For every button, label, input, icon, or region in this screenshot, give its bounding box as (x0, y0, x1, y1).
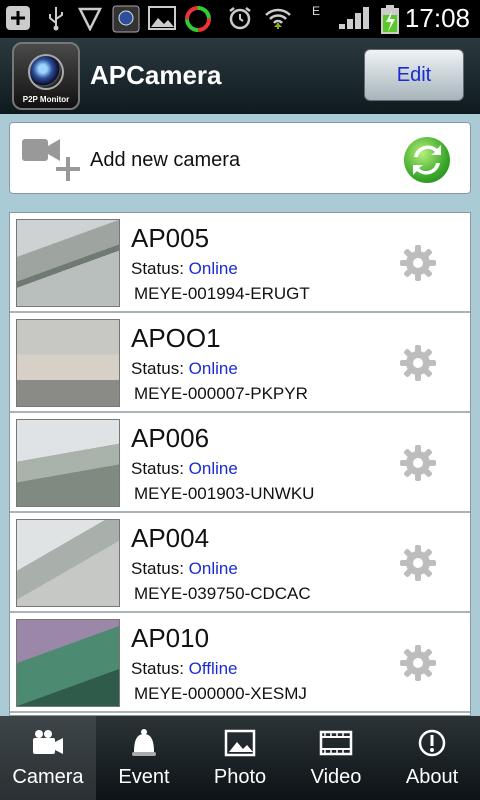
camera-status: Status: Online (131, 459, 238, 478)
camera-name: APOO1 (131, 323, 221, 353)
lens-icon (28, 54, 64, 90)
camera-row[interactable]: APOO1 Status: Online MEYE-000007-PKPYR (10, 313, 470, 413)
signal-icon (336, 5, 372, 33)
camera-status: Status: Online (131, 259, 238, 278)
bell-icon (132, 729, 156, 756)
alarm-icon (226, 5, 254, 33)
camera-row[interactable]: AP005 Status: Online MEYE-001994-ERUGT (10, 213, 470, 313)
nav-label: Photo (213, 766, 267, 788)
network-type-label: E (312, 4, 321, 18)
gear-icon[interactable] (398, 443, 438, 483)
sync-icon (184, 5, 212, 33)
add-camera-icon (20, 135, 82, 183)
camera-thumbnail[interactable] (16, 219, 120, 307)
camera-row[interactable]: AP006 Status: Online MEYE-001903-UNWKU (10, 413, 470, 513)
camera-row[interactable]: AP010 Status: Offline MEYE-000000-XESMJ (10, 613, 470, 713)
picture-icon (148, 5, 176, 33)
battery-icon (376, 5, 404, 34)
camera-thumbnail[interactable] (16, 319, 120, 407)
camera-name: AP006 (131, 423, 210, 453)
camera-name: AP005 (131, 223, 210, 253)
usb-icon (42, 5, 70, 33)
film-icon (319, 730, 353, 756)
camera-id: MEYE-000007-PKPYR (134, 384, 308, 403)
camera-row[interactable]: AP004 Status: Online MEYE-039750-CDCAC (10, 513, 470, 613)
edit-button[interactable]: Edit (364, 49, 464, 101)
refresh-icon[interactable] (404, 137, 450, 183)
photo-icon (224, 729, 256, 757)
camera-thumbnail[interactable] (16, 619, 120, 707)
nav-event[interactable]: Event (96, 716, 192, 800)
camera-id: MEYE-000000-XESMJ (134, 684, 307, 703)
camera-thumbnail[interactable] (16, 419, 120, 507)
add-icon (4, 5, 32, 33)
camera-status: Status: Online (131, 359, 238, 378)
camera-icon (33, 730, 63, 754)
nav-photo[interactable]: Photo (192, 716, 288, 800)
clock: 17:08 (404, 3, 470, 33)
camera-status: Status: Offline (131, 659, 238, 678)
nav-label: Camera (12, 766, 84, 788)
camera-status: Status: Online (131, 559, 238, 578)
logo-caption: P2P Monitor (22, 95, 70, 104)
wifi-icon (264, 5, 292, 33)
info-icon (418, 729, 446, 757)
bottom-nav: Camera Event Photo Video About (0, 716, 480, 800)
camera-thumbnail[interactable] (16, 519, 120, 607)
status-bar: E 17:08 (0, 0, 480, 38)
gear-icon[interactable] (398, 243, 438, 283)
camera-name: AP010 (131, 623, 210, 653)
add-camera-row[interactable]: Add new camera (9, 122, 471, 194)
nav-camera[interactable]: Camera (0, 716, 96, 800)
shield-icon (76, 5, 104, 33)
app-header: P2P Monitor APCamera Edit (0, 38, 480, 114)
nav-label: Event (118, 766, 170, 788)
app-logo: P2P Monitor (12, 42, 80, 110)
nav-label: About (405, 766, 459, 788)
camera-app-icon (112, 5, 140, 33)
nav-video[interactable]: Video (288, 716, 384, 800)
app-title: APCamera (90, 60, 222, 90)
gear-icon[interactable] (398, 543, 438, 583)
gear-icon[interactable] (398, 643, 438, 683)
gear-icon[interactable] (398, 343, 438, 383)
camera-id: MEYE-001994-ERUGT (134, 284, 310, 303)
camera-id: MEYE-039750-CDCAC (134, 584, 311, 603)
camera-id: MEYE-001903-UNWKU (134, 484, 315, 503)
nav-about[interactable]: About (384, 716, 480, 800)
camera-name: AP004 (131, 523, 210, 553)
camera-list: AP005 Status: Online MEYE-001994-ERUGT A… (9, 212, 471, 716)
nav-label: Video (310, 766, 362, 788)
add-camera-label: Add new camera (90, 149, 241, 171)
